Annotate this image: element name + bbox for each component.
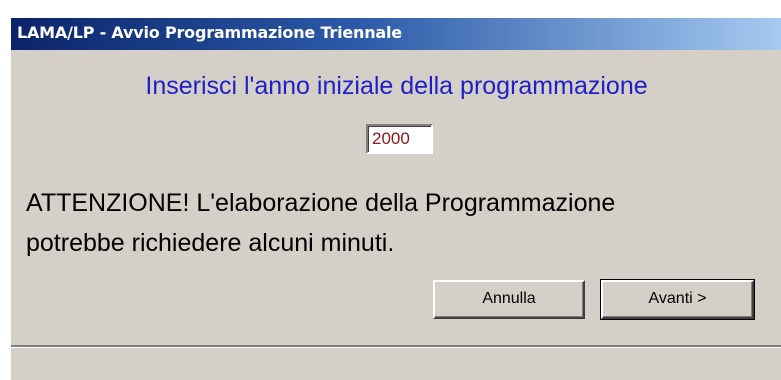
year-prompt-label: Inserisci l'anno iniziale della programm…	[145, 72, 648, 100]
dialog-window: LAMA/LP - Avvio Programmazione Triennale…	[0, 0, 781, 380]
cancel-button[interactable]: Annulla	[433, 280, 585, 319]
warning-line-1: ATTENZIONE! L'elaborazione della Program…	[26, 189, 616, 217]
desktop-top-strip-inner	[1, 0, 781, 18]
desktop-left-strip	[1, 0, 11, 380]
next-button[interactable]: Avanti >	[600, 279, 755, 320]
title-bar[interactable]: LAMA/LP - Avvio Programmazione Triennale	[11, 18, 781, 50]
warning-message: ATTENZIONE! L'elaborazione della Program…	[26, 183, 781, 263]
window-title: LAMA/LP - Avvio Programmazione Triennale	[17, 23, 402, 42]
status-bar	[11, 345, 781, 380]
start-year-input[interactable]	[366, 124, 433, 154]
warning-line-2: potrebbe richiedere alcuni minuti.	[26, 229, 395, 257]
